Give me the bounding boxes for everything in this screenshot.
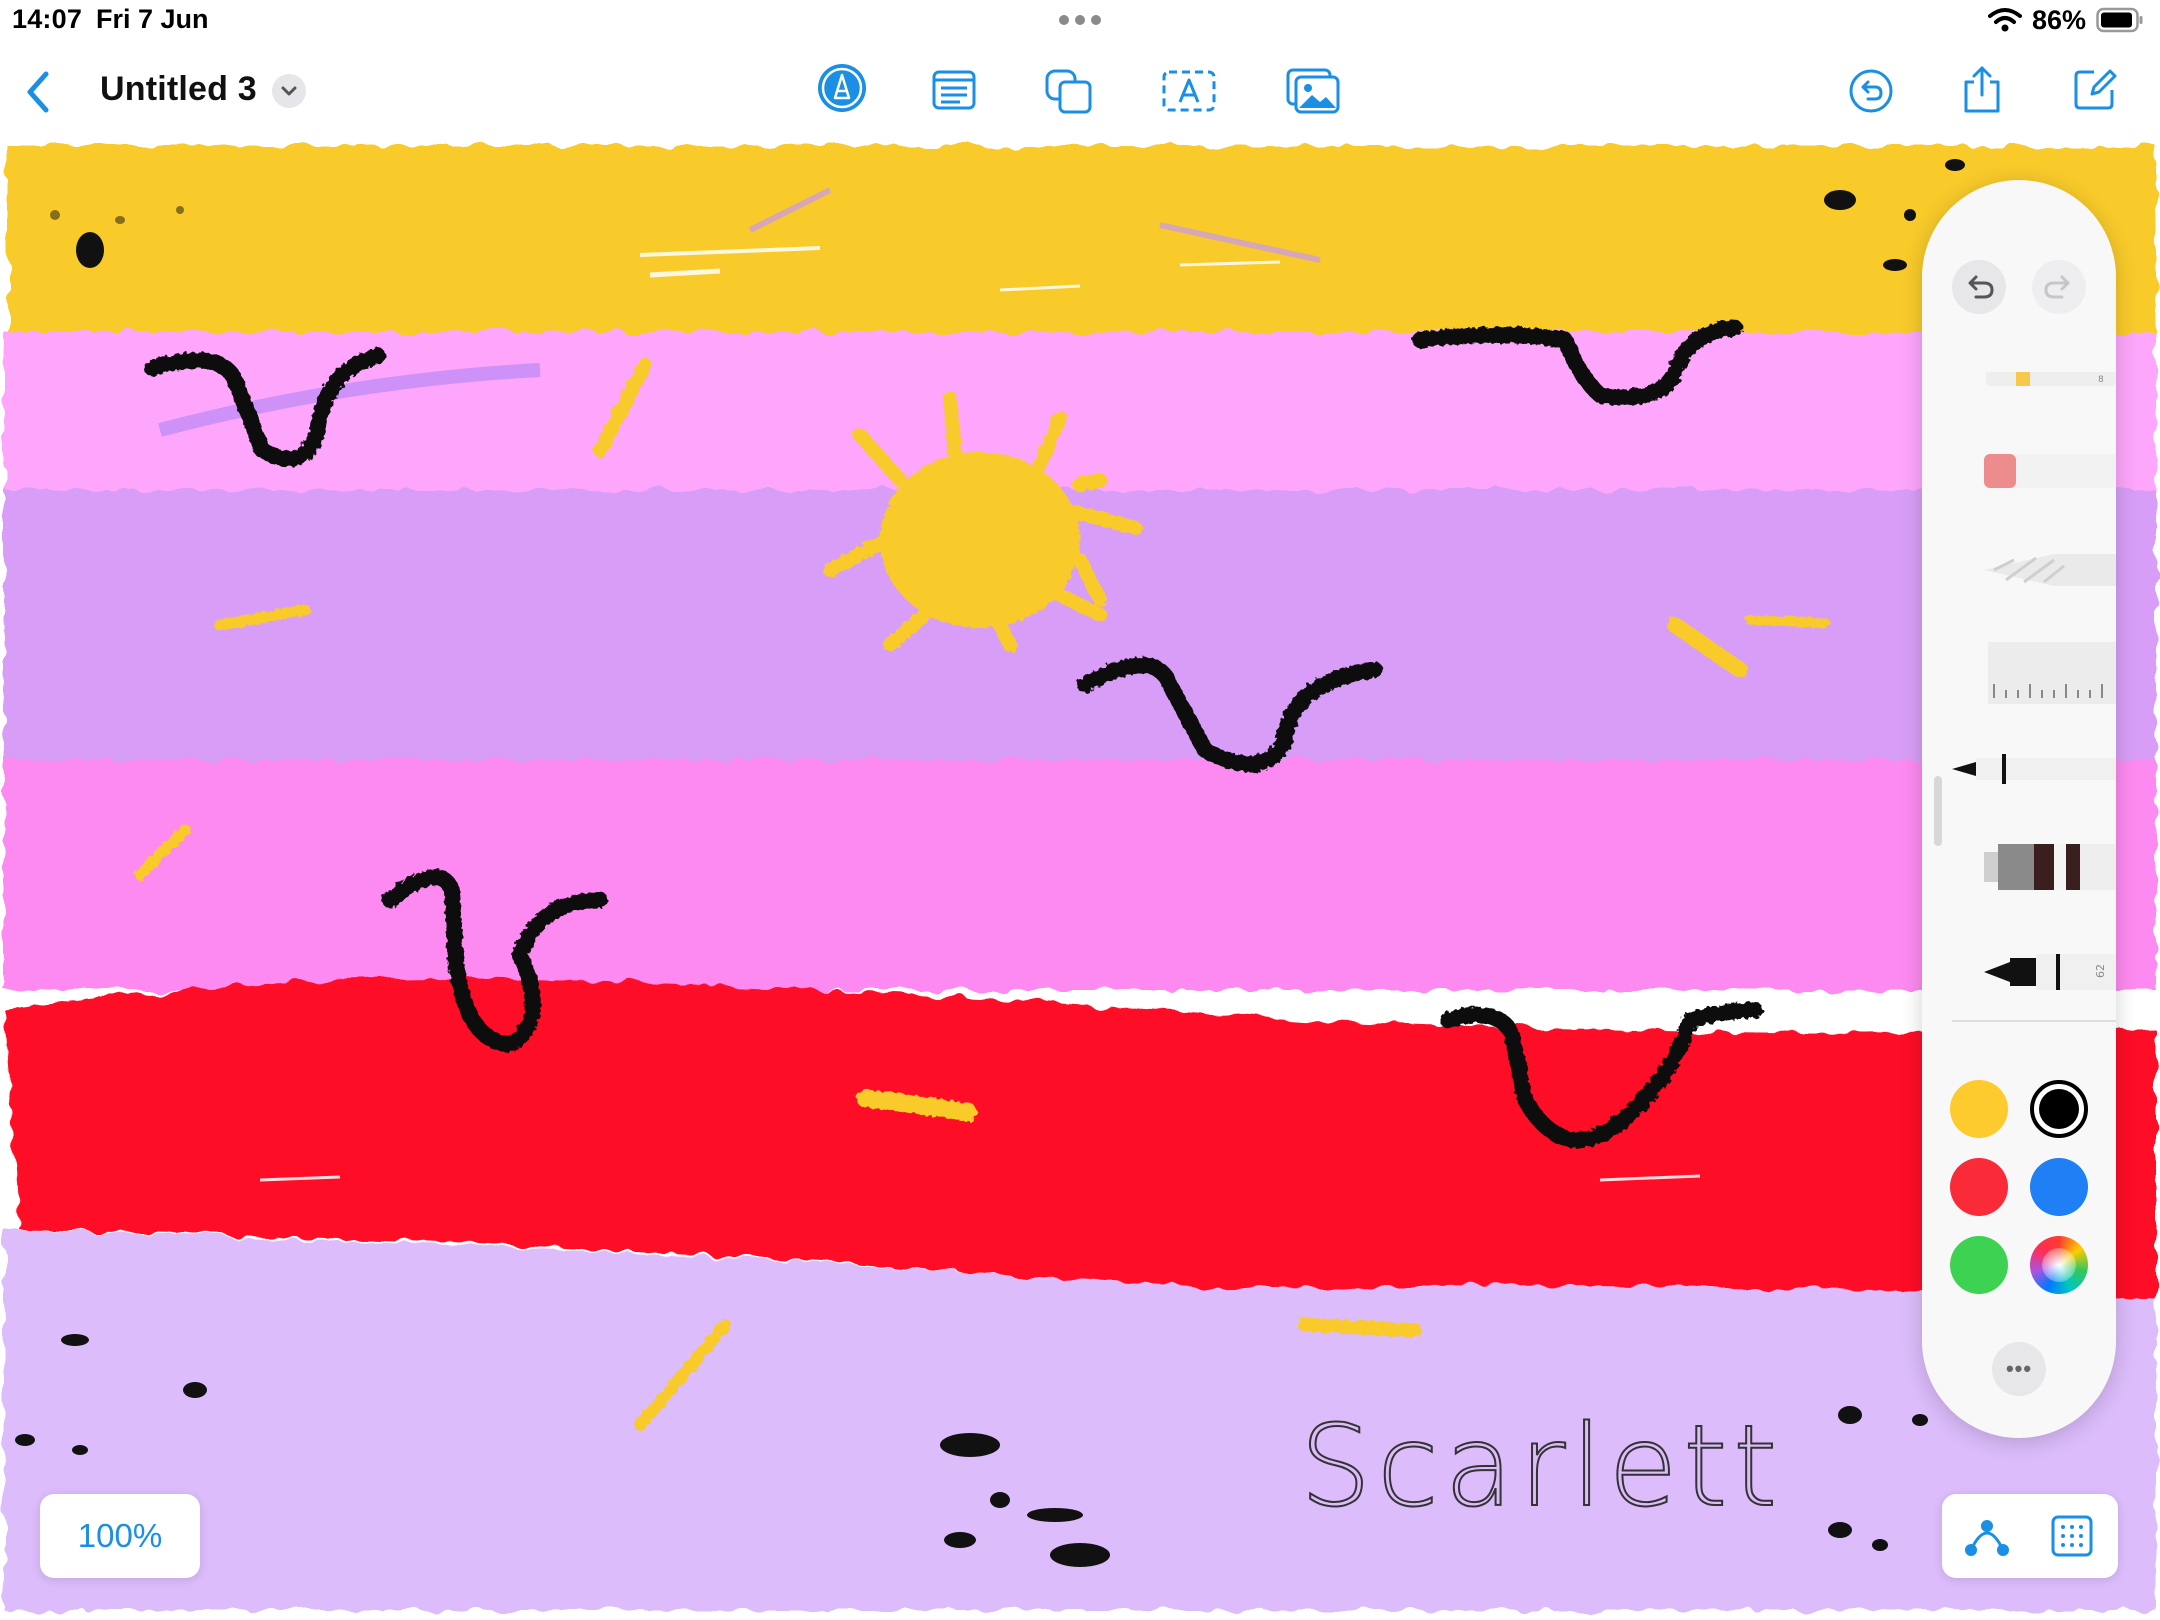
marker-tool[interactable]	[1984, 842, 2116, 892]
connector-icon[interactable]	[1962, 1512, 2012, 1560]
tool-palette: 8 62 •••	[1922, 180, 2116, 1438]
color-wheel-center	[2042, 1248, 2076, 1282]
battery-percent: 86%	[2031, 4, 2086, 35]
ruler-tool[interactable]	[1988, 642, 2116, 704]
zoom-level-button[interactable]: 100%	[40, 1494, 200, 1578]
bottom-right-controls	[1942, 1494, 2118, 1578]
undo-icon[interactable]	[1952, 260, 2006, 314]
zoom-level-label: 100%	[77, 1517, 163, 1554]
more-options-button[interactable]: •••	[1992, 1342, 2046, 1396]
lasso-tool[interactable]	[1984, 552, 2116, 588]
wifi-icon	[1987, 8, 2022, 32]
media-icon[interactable]	[1286, 68, 1340, 114]
share-icon[interactable]	[1962, 64, 2002, 114]
fineliner-tool[interactable]: 62	[1984, 950, 2116, 994]
new-note-icon[interactable]	[2072, 66, 2118, 112]
status-bar: 14:07 Fri 7 Jun 86%	[0, 0, 2160, 44]
yellow-band	[8, 146, 2156, 346]
highlighter-tool[interactable]: 8	[1986, 368, 2116, 392]
swatch-black-fill	[2039, 1089, 2079, 1129]
text-field-icon[interactable]	[1162, 70, 1216, 112]
handwritten-name: Scarlett	[1300, 1402, 1783, 1532]
hot-pink-band	[4, 760, 2156, 990]
undo-history-icon[interactable]	[1848, 68, 1894, 114]
battery-icon	[2096, 7, 2143, 33]
shapes-icon[interactable]	[1044, 68, 1094, 114]
text-box-icon[interactable]	[932, 70, 976, 110]
fineliner-number: 62	[2094, 964, 2107, 978]
swatch-yellow[interactable]	[1950, 1080, 2008, 1138]
multitasking-dots-icon[interactable]	[1056, 6, 1104, 34]
swatch-blue[interactable]	[2030, 1158, 2088, 1216]
palette-drag-handle[interactable]	[1934, 776, 1942, 846]
swatch-red[interactable]	[1950, 1158, 2008, 1216]
eraser-tool[interactable]	[1984, 450, 2116, 492]
highlighter-number: 8	[2098, 375, 2104, 385]
color-wheel-icon[interactable]	[2030, 1236, 2088, 1294]
drawing-canvas[interactable]: Scarlett	[0, 140, 2160, 1620]
back-chevron-icon[interactable]	[22, 68, 54, 116]
grid-icon[interactable]	[2050, 1514, 2094, 1558]
pen-tool[interactable]	[1952, 754, 2116, 784]
swatch-green[interactable]	[1950, 1236, 2008, 1294]
paint-bands	[4, 146, 2156, 1610]
status-date: Fri 7 Jun	[96, 4, 209, 34]
more-options-label: •••	[2005, 1356, 2033, 1381]
lavender-band	[4, 490, 2156, 790]
document-title[interactable]: Untitled 3	[100, 70, 257, 109]
palette-divider	[1952, 1020, 2116, 1022]
title-menu-chevron-icon[interactable]	[272, 74, 306, 108]
pen-tool-icon[interactable]	[816, 62, 868, 114]
status-time: 14:07	[12, 4, 83, 34]
redo-icon[interactable]	[2032, 260, 2086, 314]
swatch-black-selected[interactable]	[2030, 1080, 2088, 1138]
